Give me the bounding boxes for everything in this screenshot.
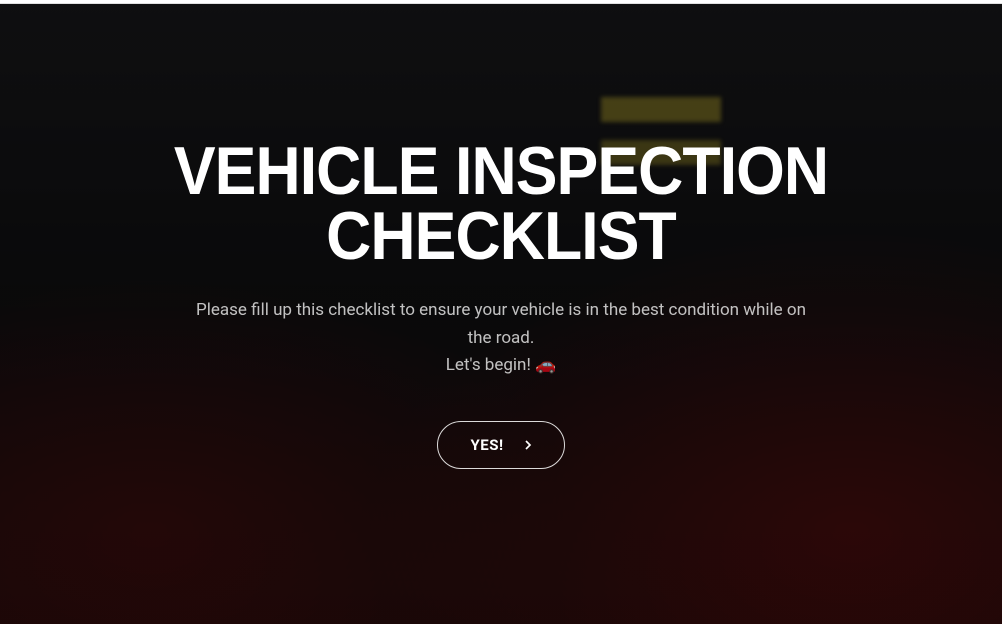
hero-section: VEHICLE INSPECTION CHECKLIST Please fill… [0, 4, 1002, 624]
chevron-right-icon [520, 437, 536, 453]
start-button-label: YES! [470, 436, 503, 454]
page-subtitle: Please fill up this checklist to ensure … [191, 297, 811, 379]
browser-chrome-edge [0, 0, 1002, 4]
subtitle-line-1: Please fill up this checklist to ensure … [196, 300, 806, 347]
page-title: VEHICLE INSPECTION CHECKLIST [77, 139, 925, 270]
content-wrapper: VEHICLE INSPECTION CHECKLIST Please fill… [0, 139, 1002, 469]
start-button[interactable]: YES! [437, 421, 564, 469]
subtitle-line-2: Let's begin! 🚗 [446, 355, 556, 375]
